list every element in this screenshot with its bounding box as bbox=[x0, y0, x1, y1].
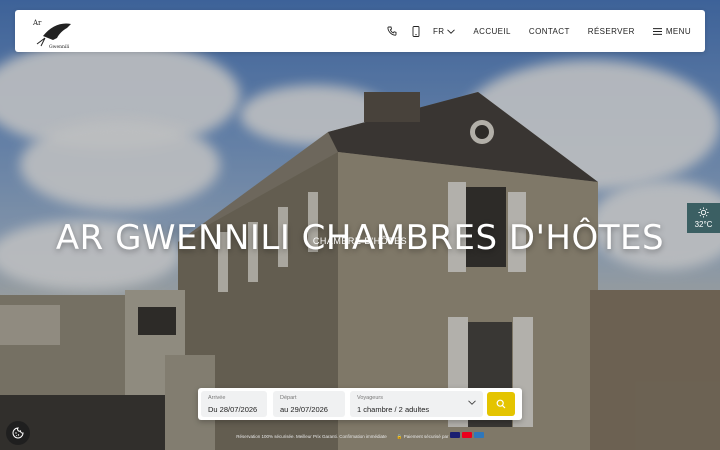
phone-icon[interactable] bbox=[385, 24, 399, 38]
cookie-icon bbox=[12, 427, 24, 439]
search-icon bbox=[496, 399, 506, 409]
booking-widget: Arrivée Du 28/07/2026 Départ au 29/07/20… bbox=[198, 388, 522, 420]
nav-link-accueil[interactable]: ACCUEIL bbox=[473, 27, 510, 36]
weather-widget[interactable]: 32°C bbox=[687, 203, 720, 233]
chevron-down-icon bbox=[447, 28, 456, 34]
lock-icon: 🔒 bbox=[396, 434, 403, 439]
departure-value: au 29/07/2026 bbox=[280, 405, 328, 414]
language-label: FR bbox=[432, 26, 445, 36]
nav-actions: FR ACCUEIL CONTACT RÉSERVER MENU bbox=[385, 10, 691, 52]
mobile-icon[interactable] bbox=[409, 24, 423, 38]
booking-footnote: Réservation 100% sécurisée. Meilleur Pri… bbox=[0, 432, 720, 440]
arrival-value: Du 28/07/2026 bbox=[208, 405, 258, 414]
logo-swallow-icon[interactable]: Ar Gwennili bbox=[31, 14, 81, 50]
payment-security: 🔒 Paiement sécurisé par bbox=[397, 432, 484, 440]
arrival-date-field[interactable]: Arrivée Du 28/07/2026 bbox=[201, 391, 267, 417]
mastercard-logo-icon bbox=[461, 432, 472, 438]
weather-temperature: 32°C bbox=[694, 220, 713, 229]
chevron-down-icon bbox=[468, 400, 476, 405]
guests-label: Voyageurs bbox=[357, 395, 383, 401]
departure-label: Départ bbox=[280, 395, 297, 401]
guests-value: 1 chambre / 2 adultes bbox=[357, 405, 430, 414]
payment-text: Paiement sécurisé par bbox=[403, 434, 449, 439]
guests-select[interactable]: Voyageurs 1 chambre / 2 adultes bbox=[350, 391, 483, 417]
menu-button[interactable]: MENU bbox=[652, 26, 691, 36]
hamburger-icon bbox=[652, 27, 662, 35]
arrival-label: Arrivée bbox=[208, 395, 226, 401]
nav-link-contact[interactable]: CONTACT bbox=[529, 27, 570, 36]
departure-date-field[interactable]: Départ au 29/07/2026 bbox=[273, 391, 345, 417]
logo-text-gwennili: Gwennili bbox=[49, 44, 70, 50]
nav-link-reserver[interactable]: RÉSERVER bbox=[588, 27, 635, 36]
top-navbar: Ar Gwennili FR ACCUEIL CONTACT RÉSERVER … bbox=[15, 10, 705, 52]
cookie-settings-button[interactable] bbox=[6, 421, 30, 445]
amex-logo-icon bbox=[473, 432, 484, 438]
visa-logo-icon bbox=[449, 432, 460, 438]
menu-label: MENU bbox=[665, 26, 691, 36]
search-button[interactable] bbox=[487, 392, 515, 416]
page-subtitle: CHAMBRE D'HÔTES bbox=[312, 236, 408, 246]
language-selector[interactable]: FR bbox=[432, 26, 456, 36]
payment-logos bbox=[449, 432, 484, 438]
logo-text-ar: Ar bbox=[32, 19, 42, 27]
sun-icon bbox=[698, 207, 709, 218]
guarantee-text: Réservation 100% sécurisée. Meilleur Pri… bbox=[236, 433, 387, 439]
